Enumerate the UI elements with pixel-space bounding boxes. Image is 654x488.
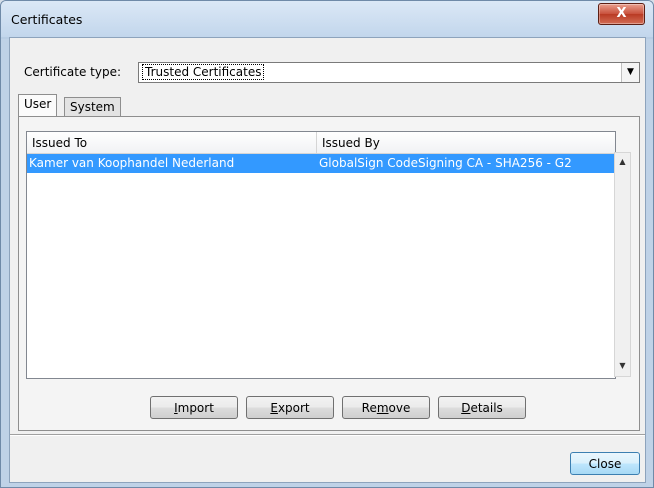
import-label: mport <box>177 401 214 415</box>
close-button[interactable]: Close <box>570 452 640 475</box>
scroll-down-icon[interactable]: ▼ <box>615 361 630 370</box>
export-button[interactable]: Export <box>246 396 334 419</box>
remove-label-post: ove <box>388 401 411 415</box>
issued-to-cell: Kamer van Koophandel Nederland <box>29 156 235 170</box>
close-window-button[interactable]: X <box>598 3 645 25</box>
details-label: etails <box>470 401 503 415</box>
chevron-down-icon[interactable]: ▼ <box>621 63 639 82</box>
remove-mnemonic: m <box>376 401 389 415</box>
export-mnemonic: E <box>270 401 278 415</box>
vertical-scrollbar[interactable]: ▲ ▼ <box>614 152 631 377</box>
certificates-dialog: Certificates X Certificate type: Trusted… <box>0 0 654 488</box>
export-label: xport <box>277 401 310 415</box>
scroll-up-icon[interactable]: ▲ <box>615 157 630 166</box>
tab-user[interactable]: User <box>18 94 58 116</box>
certificate-type-label: Certificate type: <box>24 65 121 79</box>
table-row[interactable]: Kamer van Koophandel Nederland GlobalSig… <box>27 154 615 173</box>
import-button[interactable]: Import <box>150 396 238 419</box>
certificate-type-select[interactable]: Trusted Certificates ▼ <box>138 62 640 83</box>
window-title: Certificates <box>11 12 83 27</box>
certificate-list[interactable]: Issued To Issued By Kamer van Koophandel… <box>26 131 616 379</box>
remove-button[interactable]: Remove <box>342 396 430 419</box>
details-button[interactable]: Details <box>438 396 526 419</box>
remove-label-pre: Re <box>361 401 377 415</box>
tab-system[interactable]: System <box>64 97 121 116</box>
column-header-issued-to[interactable]: Issued To <box>27 132 317 154</box>
certificate-type-value: Trusted Certificates <box>141 64 265 80</box>
separator <box>10 434 645 436</box>
dialog-body: Certificate type: Trusted Certificates ▼… <box>9 37 646 483</box>
title-bar[interactable]: Certificates X <box>1 1 653 37</box>
column-header-issued-by[interactable]: Issued By <box>317 132 615 154</box>
issued-by-cell: GlobalSign CodeSigning CA - SHA256 - G2 <box>319 156 572 170</box>
close-icon: X <box>616 6 627 21</box>
